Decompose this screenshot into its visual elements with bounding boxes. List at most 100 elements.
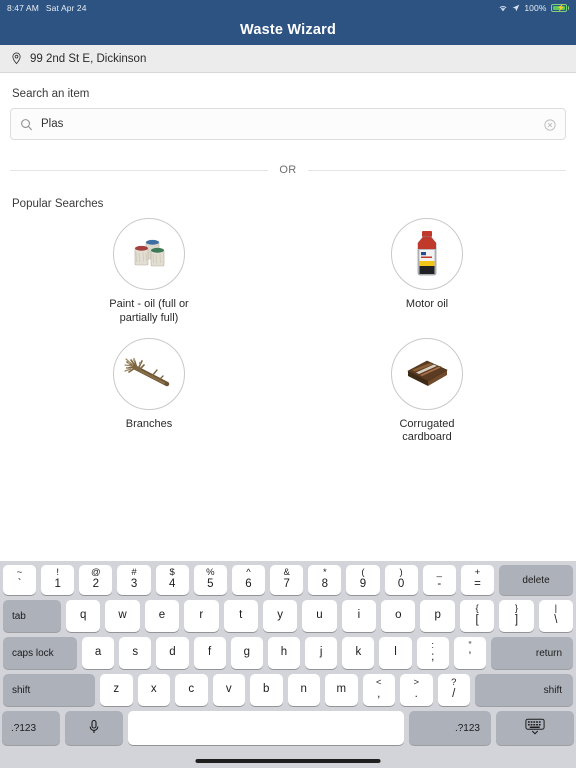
key-h[interactable]: h <box>267 637 301 669</box>
popular-item-branches-caption: Branches <box>125 417 173 430</box>
popular-item-paint-thumb[interactable] <box>113 218 185 290</box>
key-caps-lock[interactable]: caps lock <box>2 637 77 669</box>
page-title: Waste Wizard <box>240 22 336 38</box>
key-3[interactable]: #3 <box>117 565 151 595</box>
current-address: 99 2nd St E, Dickinson <box>30 52 147 65</box>
key-a[interactable]: a <box>81 637 115 669</box>
key-return[interactable]: return <box>491 637 574 669</box>
popular-item-cardboard-thumb[interactable] <box>391 337 463 410</box>
key-5[interactable]: % 5 <box>193 565 227 595</box>
key-o[interactable]: o <box>381 600 416 632</box>
key-microphone[interactable] <box>65 711 123 745</box>
key-l[interactable]: l <box>379 637 412 669</box>
app-root: 8:47 AM Sat Apr 24 100% ⚡ Waste Wizard 9… <box>0 0 576 768</box>
key-bracket-left[interactable]: {[ <box>459 600 495 632</box>
key-i[interactable]: i <box>341 600 377 632</box>
key-j[interactable]: j <box>305 637 338 669</box>
key-equals[interactable]: + = <box>460 565 495 595</box>
popular-searches-label: Popular Searches <box>12 198 104 210</box>
search-field-container[interactable] <box>10 108 566 140</box>
search-input[interactable] <box>41 118 536 130</box>
popular-item-paint-caption: Paint - oil (full or partially full) <box>109 298 189 324</box>
key-c[interactable]: c <box>175 674 208 706</box>
key-backslash[interactable]: | \ <box>538 600 574 632</box>
key-e[interactable]: e <box>144 600 180 632</box>
key-quote[interactable]: ”’ <box>453 637 487 669</box>
popular-item-branches-thumb[interactable] <box>113 337 185 410</box>
key-b[interactable]: b <box>250 674 283 706</box>
cardboard-box-icon <box>407 360 448 386</box>
key-f[interactable]: f <box>193 637 226 669</box>
divider-line-left <box>10 169 269 171</box>
popular-item-motor-oil-thumb[interactable] <box>391 218 463 290</box>
key-y[interactable]: y <box>262 600 298 632</box>
key-n[interactable]: n <box>287 674 320 706</box>
popular-item-cardboard[interactable]: Corrugated cardboard <box>288 337 566 446</box>
home-indicator <box>195 759 381 763</box>
key-space[interactable] <box>128 711 404 745</box>
key-0[interactable]: ) 0 <box>384 565 418 595</box>
popular-item-paint[interactable]: Paint - oil (full or partially full) <box>10 218 288 326</box>
key-period[interactable]: >. <box>400 674 433 706</box>
key-8[interactable]: * 8 <box>308 565 342 595</box>
key-numbers-right[interactable]: .?123 <box>409 711 491 745</box>
key-v[interactable]: v <box>212 674 245 706</box>
key-w[interactable]: w <box>105 600 140 632</box>
key-t[interactable]: t <box>223 600 258 632</box>
popular-item-motor-oil[interactable]: Motor oil <box>288 218 566 326</box>
divider-label: OR <box>279 164 297 176</box>
key-dismiss-keyboard[interactable] <box>496 711 574 745</box>
key-shift-right[interactable]: shift <box>475 674 573 706</box>
key-m[interactable]: m <box>325 674 358 706</box>
paint-cans-icon <box>134 239 165 267</box>
key-7[interactable]: & 7 <box>270 565 304 595</box>
key-p[interactable]: p <box>420 600 455 632</box>
clear-search-icon[interactable] <box>544 118 556 131</box>
key-z[interactable]: z <box>100 674 133 706</box>
key-4[interactable]: $4 <box>155 565 189 595</box>
key-minus[interactable]: _ - <box>422 565 456 595</box>
key-x[interactable]: x <box>137 674 170 706</box>
key-g[interactable]: g <box>230 637 263 669</box>
search-label: Search an item <box>12 88 90 100</box>
location-bar[interactable]: 99 2nd St E, Dickinson <box>0 45 576 73</box>
keyboard-shift-row: shift z x c v b n m <, >. ? / shift <box>3 674 573 706</box>
branches-icon <box>124 357 170 386</box>
key-slash[interactable]: ? / <box>437 674 470 706</box>
or-divider: OR <box>10 164 566 176</box>
key-d[interactable]: d <box>156 637 189 669</box>
key-backtick[interactable]: ~ ` <box>2 565 37 595</box>
key-bracket-right[interactable]: }] <box>499 600 534 632</box>
location-arrow-icon <box>512 4 520 12</box>
key-2[interactable]: @2 <box>79 565 113 595</box>
key-s[interactable]: s <box>119 637 152 669</box>
key-q[interactable]: q <box>65 600 101 632</box>
status-bar-right: 100% ⚡ <box>498 3 569 13</box>
key-delete[interactable]: delete <box>499 565 574 595</box>
wifi-icon <box>498 4 508 12</box>
key-1[interactable]: ! 1 <box>41 565 75 595</box>
microphone-icon <box>88 719 100 738</box>
search-icon <box>20 118 33 131</box>
key-9[interactable]: (9 <box>346 565 380 595</box>
map-pin-icon <box>10 52 23 65</box>
key-k[interactable]: k <box>342 637 375 669</box>
battery-charging-icon: ⚡ <box>550 3 569 12</box>
divider-line-right <box>307 169 566 171</box>
keyboard-qwerty-row: tab q w e r t y u i o p {[ }] | \ <box>2 600 574 632</box>
key-6[interactable]: ^ 6 <box>231 565 266 595</box>
key-numbers-left[interactable]: .?123 <box>2 711 60 745</box>
key-r[interactable]: r <box>184 600 219 632</box>
key-tab[interactable]: tab <box>2 600 61 632</box>
keyboard-bottom-row: .?123 .?123 <box>2 711 574 745</box>
keyboard-home-row: caps lock a s d f g h j k l :; ”’ return <box>2 637 574 669</box>
key-shift-left[interactable]: shift <box>3 674 95 706</box>
popular-item-branches[interactable]: Branches <box>10 337 288 446</box>
on-screen-keyboard[interactable]: ~ ` ! 1 @2 #3 $4 % 5 ^ 6 & 7 * 8 (9 ) 0 _ - + = d… <box>0 561 576 768</box>
key-semicolon[interactable]: :; <box>416 637 449 669</box>
key-comma[interactable]: <, <box>362 674 395 706</box>
battery-percent: 100% <box>524 2 547 13</box>
key-u[interactable]: u <box>302 600 337 632</box>
popular-item-motor-oil-caption: Motor oil <box>405 298 449 310</box>
motor-oil-bottle-icon <box>417 231 437 276</box>
